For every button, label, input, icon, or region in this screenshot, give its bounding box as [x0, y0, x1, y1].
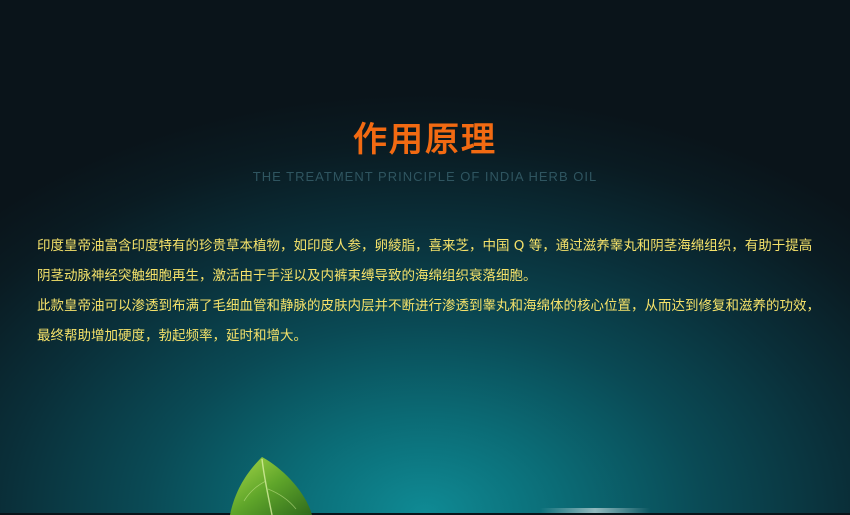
- section-subtitle: THE TREATMENT PRINCIPLE OF INDIA HERB OI…: [252, 169, 598, 184]
- principle-banner: 作用原理 THE TREATMENT PRINCIPLE OF INDIA HE…: [0, 0, 850, 515]
- light-streak: [540, 508, 650, 513]
- description-text: 印度皇帝油富含印度特有的珍贵草本植物，如印度人参，卵綾脂，喜来芝，中国 Q 等，…: [37, 231, 822, 351]
- description-paragraph-1: 印度皇帝油富含印度特有的珍贵草本植物，如印度人参，卵綾脂，喜来芝，中国 Q 等，…: [37, 238, 813, 284]
- section-title: 作用原理: [353, 120, 497, 160]
- leaf-icon: [230, 457, 312, 515]
- description-paragraph-2: 此款皇帝油可以渗透到布满了毛细血管和静脉的皮肤内层并不断进行渗透到睾丸和海绵体的…: [37, 298, 820, 344]
